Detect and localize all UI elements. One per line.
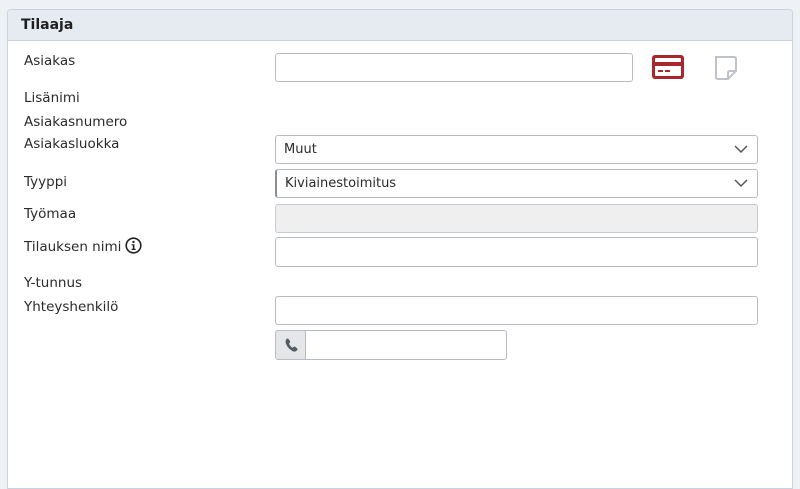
- y-tunnus-label: Y-tunnus: [24, 275, 83, 291]
- info-icon[interactable]: [125, 237, 142, 254]
- lisanimi-label: Lisänimi: [24, 90, 80, 106]
- tilauksen-nimi-input[interactable]: [275, 237, 758, 267]
- asiakasluokka-select[interactable]: Muut: [275, 135, 758, 164]
- yhteyshenkilo-input[interactable]: [275, 296, 758, 325]
- asiakas-label: Asiakas: [24, 53, 76, 69]
- credit-card-icon[interactable]: [650, 53, 686, 81]
- asiakasnumero-label: Asiakasnumero: [24, 114, 128, 130]
- tilauksen-nimi-label: Tilauksen nimi: [24, 239, 122, 255]
- chevron-down-icon: [734, 179, 748, 188]
- tyomaa-input: [275, 204, 758, 233]
- yhteyshenkilo-label: Yhteyshenkilö: [24, 299, 119, 315]
- note-icon[interactable]: [712, 54, 740, 82]
- asiakasluokka-label: Asiakasluokka: [24, 136, 120, 152]
- tyomaa-label: Työmaa: [24, 206, 77, 222]
- phone-input-group: [275, 330, 507, 360]
- asiakas-input[interactable]: [275, 53, 633, 82]
- phone-input[interactable]: [306, 331, 506, 359]
- panel-title: Tilaaja: [8, 10, 792, 41]
- phone-icon: [285, 338, 298, 352]
- tyyppi-select[interactable]: Kiviainestoimitus: [275, 169, 758, 198]
- tilaaja-panel: Tilaaja Asiakas Lisänimi Asiakasnumero A…: [7, 9, 793, 489]
- tyyppi-selected-value: Kiviainestoimitus: [285, 176, 397, 191]
- chevron-down-icon: [734, 145, 748, 154]
- asiakasluokka-selected-value: Muut: [284, 142, 317, 157]
- phone-addon: [276, 331, 306, 359]
- tyyppi-label: Tyyppi: [24, 174, 68, 190]
- tilauksen-nimi-label-group: Tilauksen nimi: [24, 237, 142, 255]
